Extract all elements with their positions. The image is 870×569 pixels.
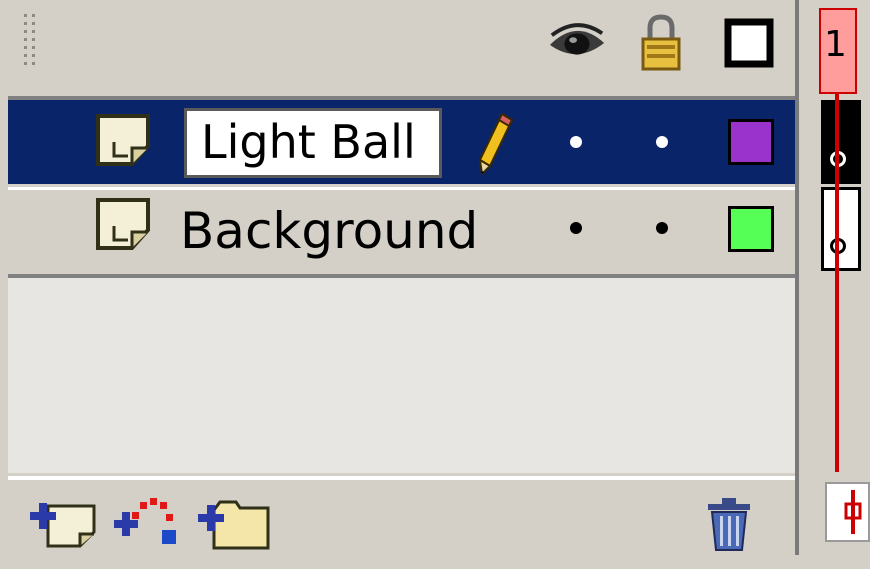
layer-icon: [94, 196, 152, 252]
layer-name-input[interactable]: Light Ball: [184, 108, 442, 178]
pencil-icon: [476, 110, 516, 177]
lock-dot[interactable]: [656, 136, 668, 148]
visibility-dot[interactable]: [570, 222, 582, 234]
insert-layer-folder-icon[interactable]: [196, 490, 274, 552]
frame-number[interactable]: 1: [819, 8, 857, 94]
outline-color-swatch[interactable]: [728, 119, 774, 165]
layers-header: [8, 0, 795, 100]
timeline[interactable]: 1: [815, 0, 870, 565]
layers-footer: [8, 476, 795, 569]
insert-layer-icon[interactable]: [28, 490, 100, 552]
lock-icon[interactable]: [632, 14, 690, 72]
panel-divider[interactable]: [795, 0, 815, 565]
outline-icon[interactable]: [720, 14, 778, 72]
drag-grip[interactable]: [22, 12, 44, 72]
empty-layer-area: [8, 278, 795, 473]
lock-dot[interactable]: [656, 222, 668, 234]
delete-layer-icon[interactable]: [702, 490, 756, 552]
visibility-dot[interactable]: [570, 136, 582, 148]
layer-row-light-ball[interactable]: Light Ball: [8, 100, 795, 184]
add-motion-guide-icon[interactable]: [110, 490, 192, 552]
layers-panel: Light Ball Background: [8, 0, 795, 569]
layer-icon: [94, 112, 152, 168]
layer-row-background[interactable]: Background: [8, 187, 795, 278]
eye-icon[interactable]: [548, 14, 606, 72]
layer-name-label[interactable]: Background: [180, 196, 478, 266]
keyframe-cell[interactable]: [821, 187, 861, 271]
keyframe-cell[interactable]: [821, 100, 861, 184]
playhead[interactable]: [835, 92, 839, 472]
timeline-footer-control[interactable]: [825, 482, 870, 542]
outline-color-swatch[interactable]: [728, 206, 774, 252]
